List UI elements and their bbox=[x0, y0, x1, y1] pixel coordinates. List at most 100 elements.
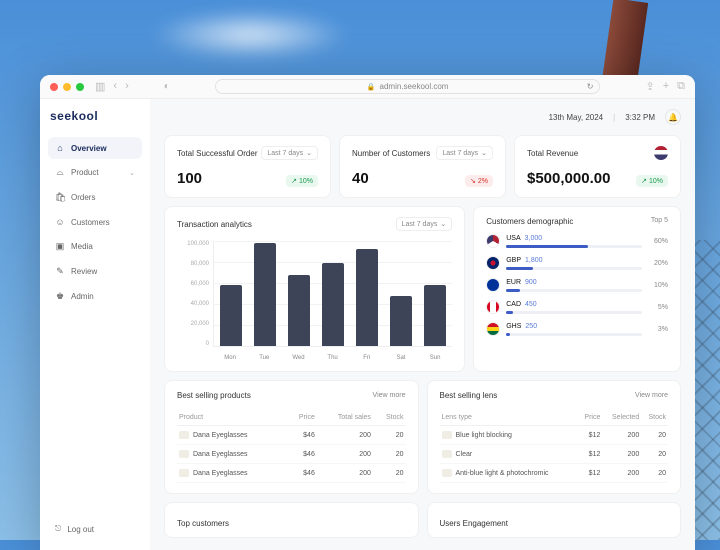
pencil-icon: ✎ bbox=[55, 266, 65, 277]
demographic-row: EUR90010% bbox=[486, 278, 668, 292]
user-icon: ☺ bbox=[55, 217, 65, 227]
best-products-card: Best selling productsView more ProductPr… bbox=[164, 380, 419, 494]
flag-us-icon bbox=[654, 146, 668, 160]
main-content: 13th May, 2024 | 3:32 PM 🔔 Total Success… bbox=[150, 99, 695, 550]
shield-icon[interactable]: ◐ bbox=[164, 81, 170, 92]
product-icon: ⌓ bbox=[55, 167, 65, 178]
engagement-card: Users Engagement bbox=[427, 502, 682, 538]
topbar: 13th May, 2024 | 3:32 PM 🔔 bbox=[164, 109, 681, 125]
lens-thumb bbox=[442, 431, 452, 439]
sidebar: seekool ⌂Overview ⌓Product⌄ 🛍Orders ☺Cus… bbox=[40, 99, 150, 550]
trend-badge: ↗10% bbox=[636, 175, 668, 187]
chart-bar bbox=[254, 243, 276, 346]
flag-icon bbox=[486, 300, 500, 314]
nav-review[interactable]: ✎Review bbox=[48, 260, 142, 283]
home-icon: ⌂ bbox=[55, 143, 65, 153]
view-more-link[interactable]: View more bbox=[635, 392, 668, 399]
flag-icon bbox=[486, 256, 500, 270]
flag-icon bbox=[486, 278, 500, 292]
product-thumb bbox=[179, 469, 189, 477]
url-bar[interactable]: 🔒 admin.seekool.com ↻ bbox=[215, 79, 601, 94]
arrow-up-icon: ↗ bbox=[291, 177, 297, 185]
transaction-chart: 100,00080,00060,00040,00020,0000 MonTueW… bbox=[177, 241, 452, 361]
period-select[interactable]: Last 7 days⌄ bbox=[261, 146, 318, 160]
browser-window: ▥ ‹ › ◐ 🔒 admin.seekool.com ↻ ⇪ + ⧉ seek… bbox=[40, 75, 695, 550]
arrow-down-icon: ↘ bbox=[470, 177, 476, 185]
demographic-row: USA3,00060% bbox=[486, 234, 668, 248]
crown-icon: ♚ bbox=[55, 291, 65, 302]
table-row[interactable]: Blue light blocking$1220020 bbox=[440, 426, 669, 445]
kpi-customers-value: 40 bbox=[352, 170, 369, 187]
lens-thumb bbox=[442, 469, 452, 477]
nav-product[interactable]: ⌓Product⌄ bbox=[48, 161, 142, 184]
bag-icon: 🛍 bbox=[55, 192, 65, 203]
chevron-down-icon: ⌄ bbox=[440, 220, 446, 228]
nav-admin[interactable]: ♚Admin bbox=[48, 285, 142, 308]
chart-bar bbox=[424, 285, 446, 346]
chart-bar bbox=[288, 275, 310, 346]
brand-logo: seekool bbox=[48, 109, 142, 123]
product-thumb bbox=[179, 431, 189, 439]
window-minimize[interactable] bbox=[63, 83, 71, 91]
logout-icon: ⎋ bbox=[55, 524, 61, 534]
chevron-down-icon: ⌄ bbox=[306, 149, 312, 157]
url-text: admin.seekool.com bbox=[380, 82, 449, 91]
chart-bar bbox=[322, 263, 344, 346]
media-icon: ▣ bbox=[55, 241, 65, 252]
logout-button[interactable]: ⎋Log out bbox=[48, 518, 142, 540]
view-more-link[interactable]: View more bbox=[373, 392, 406, 399]
chart-bar bbox=[220, 285, 242, 346]
trend-badge: ↘2% bbox=[465, 175, 493, 187]
kpi-revenue: Total Revenue $500,000.00↗10% bbox=[514, 135, 681, 198]
window-maximize[interactable] bbox=[76, 83, 84, 91]
table-row[interactable]: Dana Eyeglasses$4620020 bbox=[177, 426, 406, 445]
table-row[interactable]: Dana Eyeglasses$4620020 bbox=[177, 464, 406, 483]
demographic-row: CAD4505% bbox=[486, 300, 668, 314]
sidebar-toggle-icon[interactable]: ▥ bbox=[95, 80, 105, 93]
flag-icon bbox=[486, 234, 500, 248]
table-row[interactable]: Clear$1220020 bbox=[440, 445, 669, 464]
top-customers-card: Top customers bbox=[164, 502, 419, 538]
period-select[interactable]: Last 7 days⌄ bbox=[396, 217, 453, 231]
products-table: ProductPriceTotal salesStockDana Eyeglas… bbox=[177, 410, 406, 483]
demographic-row: GHS2503% bbox=[486, 322, 668, 336]
share-icon[interactable]: ⇪ bbox=[645, 80, 654, 93]
nav-fwd-icon[interactable]: › bbox=[125, 80, 129, 93]
kpi-orders-value: 100 bbox=[177, 170, 202, 187]
titlebar: ▥ ‹ › ◐ 🔒 admin.seekool.com ↻ ⇪ + ⧉ bbox=[40, 75, 695, 99]
nav-overview[interactable]: ⌂Overview bbox=[48, 137, 142, 159]
lens-thumb bbox=[442, 450, 452, 458]
nav-back-icon[interactable]: ‹ bbox=[113, 80, 117, 93]
kpi-orders: Total Successful OrderLast 7 days⌄ 100↗1… bbox=[164, 135, 331, 198]
kpi-revenue-value: $500,000.00 bbox=[527, 170, 610, 187]
period-select[interactable]: Last 7 days⌄ bbox=[436, 146, 493, 160]
table-row[interactable]: Dana Eyeglasses$4620020 bbox=[177, 445, 406, 464]
flag-icon bbox=[486, 322, 500, 336]
nav-orders[interactable]: 🛍Orders bbox=[48, 186, 142, 209]
tabs-icon[interactable]: ⧉ bbox=[677, 80, 685, 93]
chevron-down-icon: ⌄ bbox=[481, 149, 487, 157]
window-close[interactable] bbox=[50, 83, 58, 91]
chart-bar bbox=[390, 296, 412, 346]
new-tab-icon[interactable]: + bbox=[663, 80, 669, 93]
chart-bar bbox=[356, 249, 378, 346]
lens-table: Lens typePriceSelectedStockBlue light bl… bbox=[440, 410, 669, 483]
nav-customers[interactable]: ☺Customers bbox=[48, 211, 142, 233]
demographics-card: Customers demographicTop 5 USA3,00060%GB… bbox=[473, 206, 681, 372]
chevron-down-icon: ⌄ bbox=[129, 169, 135, 177]
product-thumb bbox=[179, 450, 189, 458]
header-time: 3:32 PM bbox=[625, 113, 655, 122]
demographic-row: GBP1,80020% bbox=[486, 256, 668, 270]
best-lens-card: Best selling lensView more Lens typePric… bbox=[427, 380, 682, 494]
lock-icon: 🔒 bbox=[367, 83, 376, 91]
trend-badge: ↗10% bbox=[286, 175, 318, 187]
header-date: 13th May, 2024 bbox=[549, 113, 604, 122]
table-row[interactable]: Anti-blue light & photochromic$1220020 bbox=[440, 464, 669, 483]
kpi-customers: Number of CustomersLast 7 days⌄ 40↘2% bbox=[339, 135, 506, 198]
bell-icon[interactable]: 🔔 bbox=[665, 109, 681, 125]
nav-media[interactable]: ▣Media bbox=[48, 235, 142, 258]
analytics-card: Transaction analyticsLast 7 days⌄ 100,00… bbox=[164, 206, 465, 372]
refresh-icon[interactable]: ↻ bbox=[587, 82, 594, 91]
sidebar-nav: ⌂Overview ⌓Product⌄ 🛍Orders ☺Customers ▣… bbox=[48, 137, 142, 308]
arrow-up-icon: ↗ bbox=[641, 177, 647, 185]
